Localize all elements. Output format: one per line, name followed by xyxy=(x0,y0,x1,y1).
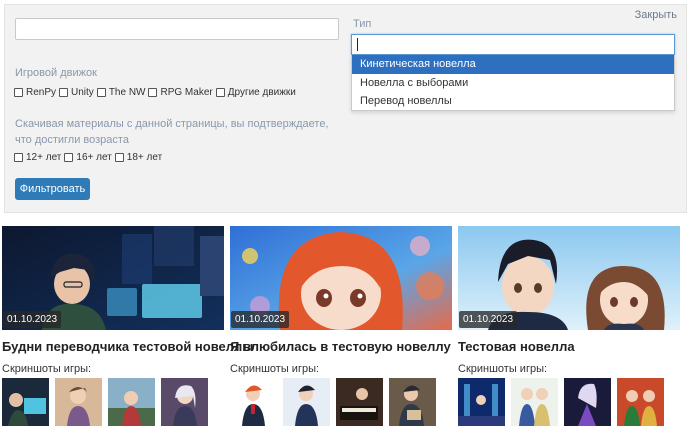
screenshot-thumbnail[interactable] xyxy=(458,378,505,426)
search-input[interactable] xyxy=(15,18,339,40)
age-option-label: 16+ лет xyxy=(76,152,112,163)
card-cover-image[interactable]: 01.10.2023 xyxy=(2,226,224,330)
checkbox[interactable] xyxy=(215,88,225,97)
age-notice: Скачивая материалы с данной страницы, вы… xyxy=(15,118,329,146)
novel-card[interactable]: 01.10.2023 Будни переводчика тестовой но… xyxy=(2,226,253,426)
card-date: 01.10.2023 xyxy=(231,311,290,328)
card-title[interactable]: Будни переводчика тестовой новеллы xyxy=(2,339,253,354)
screenshots-row xyxy=(2,378,224,426)
screenshots-row xyxy=(230,378,452,426)
type-select-input[interactable] xyxy=(351,34,675,55)
card-date: 01.10.2023 xyxy=(459,311,518,328)
novel-card[interactable]: 01.10.2023 Тестовая новелла Скриншоты иг… xyxy=(458,226,680,426)
close-link[interactable]: Закрыть xyxy=(635,9,677,21)
engine-option-unity[interactable]: Unity xyxy=(59,87,94,98)
type-option-choices[interactable]: Новелла с выборами xyxy=(352,74,674,93)
age-option-16[interactable]: 16+ лет xyxy=(64,152,112,163)
card-cover-image[interactable]: 01.10.2023 xyxy=(230,226,452,330)
age-option-12[interactable]: 12+ лет xyxy=(14,152,61,163)
screenshots-label: Скриншоты игры: xyxy=(2,363,92,375)
engine-option-label: Unity xyxy=(71,87,94,98)
novel-card[interactable]: 01.10.2023 Я влюбилась в тестовую новелл… xyxy=(230,226,452,426)
card-title[interactable]: Я влюбилась в тестовую новеллу xyxy=(230,339,452,354)
screenshot-thumbnail[interactable] xyxy=(389,378,436,426)
engine-label: Игровой движок xyxy=(15,67,97,79)
card-date: 01.10.2023 xyxy=(3,311,62,328)
card-cover-image[interactable]: 01.10.2023 xyxy=(458,226,680,330)
screenshot-thumbnail[interactable] xyxy=(511,378,558,426)
filter-button[interactable]: Фильтровать xyxy=(15,178,90,200)
screenshot-thumbnail[interactable] xyxy=(2,378,49,426)
age-option-label: 18+ лет xyxy=(126,152,163,163)
screenshot-thumbnail[interactable] xyxy=(617,378,664,426)
checkbox[interactable] xyxy=(59,88,69,97)
type-dropdown: Кинетическая новелла Новелла с выборами … xyxy=(351,55,675,111)
screenshot-thumbnail[interactable] xyxy=(336,378,383,426)
age-option-label: 12+ лет xyxy=(26,152,62,163)
screenshot-thumbnail[interactable] xyxy=(108,378,155,426)
screenshot-thumbnail[interactable] xyxy=(283,378,330,426)
screenshot-thumbnail[interactable] xyxy=(230,378,277,426)
age-checkboxes: 12+ лет 16+ лет 18+ лет xyxy=(14,152,165,163)
text-caret xyxy=(357,38,358,51)
checkbox[interactable] xyxy=(14,153,23,162)
checkbox[interactable] xyxy=(96,88,106,97)
engine-option-label: Другие движки xyxy=(227,87,296,98)
engine-option-rpgmaker[interactable]: RPG Maker xyxy=(148,87,213,98)
checkbox[interactable] xyxy=(114,153,124,162)
engine-option-renpy[interactable]: RenPy xyxy=(14,87,56,98)
screenshot-thumbnail[interactable] xyxy=(564,378,611,426)
type-label: Тип xyxy=(353,18,372,30)
screenshot-thumbnail[interactable] xyxy=(55,378,102,426)
engine-option-label: The NW xyxy=(108,87,146,98)
screenshots-label: Скриншоты игры: xyxy=(230,363,320,375)
engine-option-label: RenPy xyxy=(26,87,57,98)
engine-checkboxes: RenPy Unity The NW RPG Maker Другие движ… xyxy=(14,87,299,98)
checkbox[interactable] xyxy=(14,88,23,97)
engine-option-label: RPG Maker xyxy=(160,87,213,98)
engine-option-other[interactable]: Другие движки xyxy=(215,87,296,98)
checkbox[interactable] xyxy=(148,88,158,97)
age-option-18[interactable]: 18+ лет xyxy=(114,152,163,163)
screenshots-label: Скриншоты игры: xyxy=(458,363,548,375)
engine-option-thenw[interactable]: The NW xyxy=(96,87,146,98)
checkbox[interactable] xyxy=(64,153,74,162)
screenshots-row xyxy=(458,378,680,426)
screenshot-thumbnail[interactable] xyxy=(161,378,208,426)
type-option-translation[interactable]: Перевод новеллы xyxy=(352,92,674,111)
type-option-kinetic[interactable]: Кинетическая новелла xyxy=(352,55,674,74)
card-title[interactable]: Тестовая новелла xyxy=(458,339,680,354)
